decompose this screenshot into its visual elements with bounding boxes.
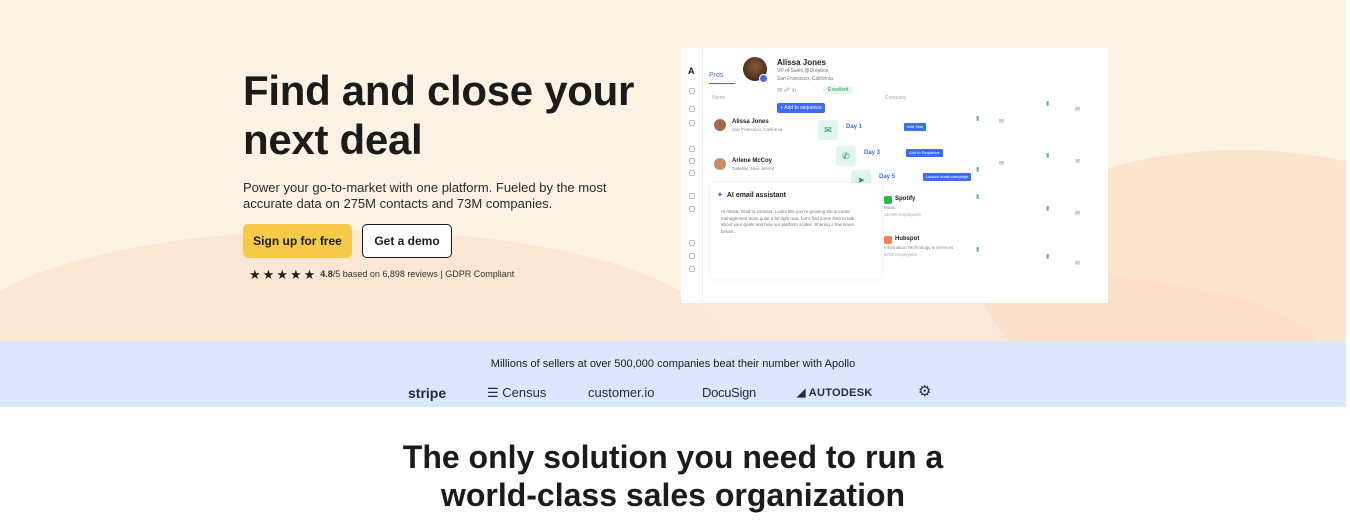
mail-icon: ✉: [818, 120, 838, 140]
section-title: The only solution you need to run a worl…: [0, 438, 1346, 514]
company-name: Spotify: [895, 196, 916, 202]
ai-email-card: ✦ AI email assistant Hi Alissa, Glad to c…: [711, 183, 881, 278]
stripe-logo: stripe: [408, 385, 447, 401]
hero-section: Find and close your next deal Power your…: [0, 0, 1350, 341]
census-logo: ☰ Census: [487, 385, 546, 403]
section-title-line1: The only solution you need to run a: [402, 439, 944, 475]
profile-card: Alissa Jones VP of Sales @Dropbox San Fr…: [743, 57, 861, 107]
mail-icon: ✉: [999, 119, 1005, 125]
social-proof-text: Millions of sellers at over 500,000 comp…: [490, 358, 856, 370]
company-size: 5700 employees: [884, 252, 918, 257]
contact-location: Oakville, New Jersey: [732, 166, 775, 171]
ai-card-title: AI email assistant: [726, 192, 787, 199]
sign-up-button[interactable]: Sign up for free: [243, 224, 352, 258]
signal-icon: ▮: [1046, 153, 1050, 159]
score-badge: Excellent: [823, 86, 854, 94]
settings-icon: [689, 240, 695, 246]
step-tag: Launch email campaign: [923, 173, 972, 181]
partner-logo-icon: ⚙: [918, 383, 932, 400]
autodesk-logo-text: AUTODESK: [808, 387, 873, 399]
mail-icon: ✉: [999, 161, 1005, 167]
search-icon: [689, 88, 695, 94]
avatar: [714, 119, 726, 131]
mail-icon: ✉: [1075, 159, 1081, 165]
get-demo-button[interactable]: Get a demo: [362, 224, 452, 258]
mail-icon: [689, 158, 695, 164]
chart-icon: [689, 266, 695, 272]
ai-card-body: Hi Alissa, Glad to connect. Looks like y…: [721, 209, 855, 234]
ai-card-header: ✦ AI email assistant: [717, 191, 786, 199]
send-icon: [689, 146, 695, 152]
spotify-logo-icon: [884, 196, 892, 204]
contact-location: San Francisco, California: [732, 127, 783, 132]
company-size: 15,000 employees: [884, 212, 921, 217]
mock-sidebar: [681, 48, 703, 303]
signal-icon: ▮: [976, 194, 980, 200]
customerio-logo: customer.io: [588, 385, 655, 400]
signal-icon: ▮: [1046, 101, 1050, 107]
mail-icon: ✉: [1075, 107, 1081, 113]
badge-icon: [759, 74, 768, 83]
rating-stars: ★ ★ ★ ★ ★: [249, 268, 315, 281]
mock-col-name: Name: [712, 95, 726, 101]
step-label: Day 3: [864, 150, 881, 156]
step-label: Day 5: [879, 174, 896, 180]
product-screenshot: A Pros Name Company Alissa Jones VP of S…: [681, 48, 1108, 303]
avatar: [714, 158, 726, 170]
signal-icon: ▮: [1046, 254, 1050, 260]
autodesk-logo: ◢ AUTODESK: [797, 386, 873, 404]
step-tag: Add to Sequence: [906, 149, 943, 157]
chat-icon: [689, 206, 695, 212]
profile-links-icons: ✉ ☍ in: [777, 88, 797, 94]
contact-name: Arlene McCoy: [732, 158, 773, 164]
hero-title: Find and close your next deal: [243, 67, 635, 163]
hero-wave: [0, 230, 720, 341]
company-industry: Information Technology & Services: [884, 245, 954, 250]
hero-subtitle: Power your go-to-market with one platfor…: [243, 180, 607, 211]
step-tag: Add Task: [904, 123, 927, 131]
star-icon: ★: [262, 266, 275, 282]
scrollbar[interactable]: [1346, 0, 1350, 525]
profile-title: VP of Sales @Dropbox: [777, 68, 829, 74]
link-icon: [689, 253, 695, 259]
calendar-icon: [689, 193, 695, 199]
star-icon: ★: [289, 266, 302, 282]
mail-icon: ✉: [1075, 261, 1081, 267]
signal-icon: ▮: [976, 167, 980, 173]
star-icon: ★: [249, 266, 261, 282]
autodesk-icon: ◢: [797, 387, 809, 399]
company-industry: Music: [884, 205, 896, 210]
step-label: Day 1: [846, 124, 863, 130]
profile-location: San Francisco, California: [777, 76, 833, 82]
profile-name: Alissa Jones: [777, 58, 826, 67]
rating-text: /5 based on 6,898 reviews | GDPR Complia…: [332, 269, 515, 279]
mock-tab-prospects: Pros: [709, 72, 735, 84]
docusign-logo: DocuSign: [702, 385, 756, 400]
social-proof-band: [0, 341, 1346, 407]
rating-score: 4.8: [320, 269, 333, 279]
mock-col-company: Company: [885, 95, 907, 101]
hubspot-logo-icon: [884, 236, 892, 244]
contact-name: Alissa Jones: [732, 119, 769, 125]
signal-icon: ▮: [976, 247, 980, 253]
mail-icon: ✉: [1075, 211, 1081, 217]
sparkle-icon: ✦: [717, 192, 723, 199]
star-icon: ★: [303, 266, 316, 282]
add-to-sequence-button: + Add to sequence: [777, 103, 825, 113]
rating-row: ★ ★ ★ ★ ★ 4.8 /5 based on 6,898 reviews …: [249, 266, 514, 282]
signal-icon: ▮: [1046, 206, 1050, 212]
signal-icon: ▮: [976, 116, 980, 122]
people-icon: [689, 106, 695, 112]
section-title-line2: world-class sales organization: [440, 477, 906, 513]
mock-logo: A: [688, 66, 695, 76]
census-logo-text: Census: [502, 385, 547, 400]
star-icon: ★: [276, 266, 288, 282]
census-icon: ☰: [487, 385, 503, 400]
refresh-icon: [689, 120, 695, 126]
company-name: Hubspot: [895, 236, 920, 242]
phone-icon: ✆: [836, 146, 856, 166]
phone-icon: [689, 170, 695, 176]
